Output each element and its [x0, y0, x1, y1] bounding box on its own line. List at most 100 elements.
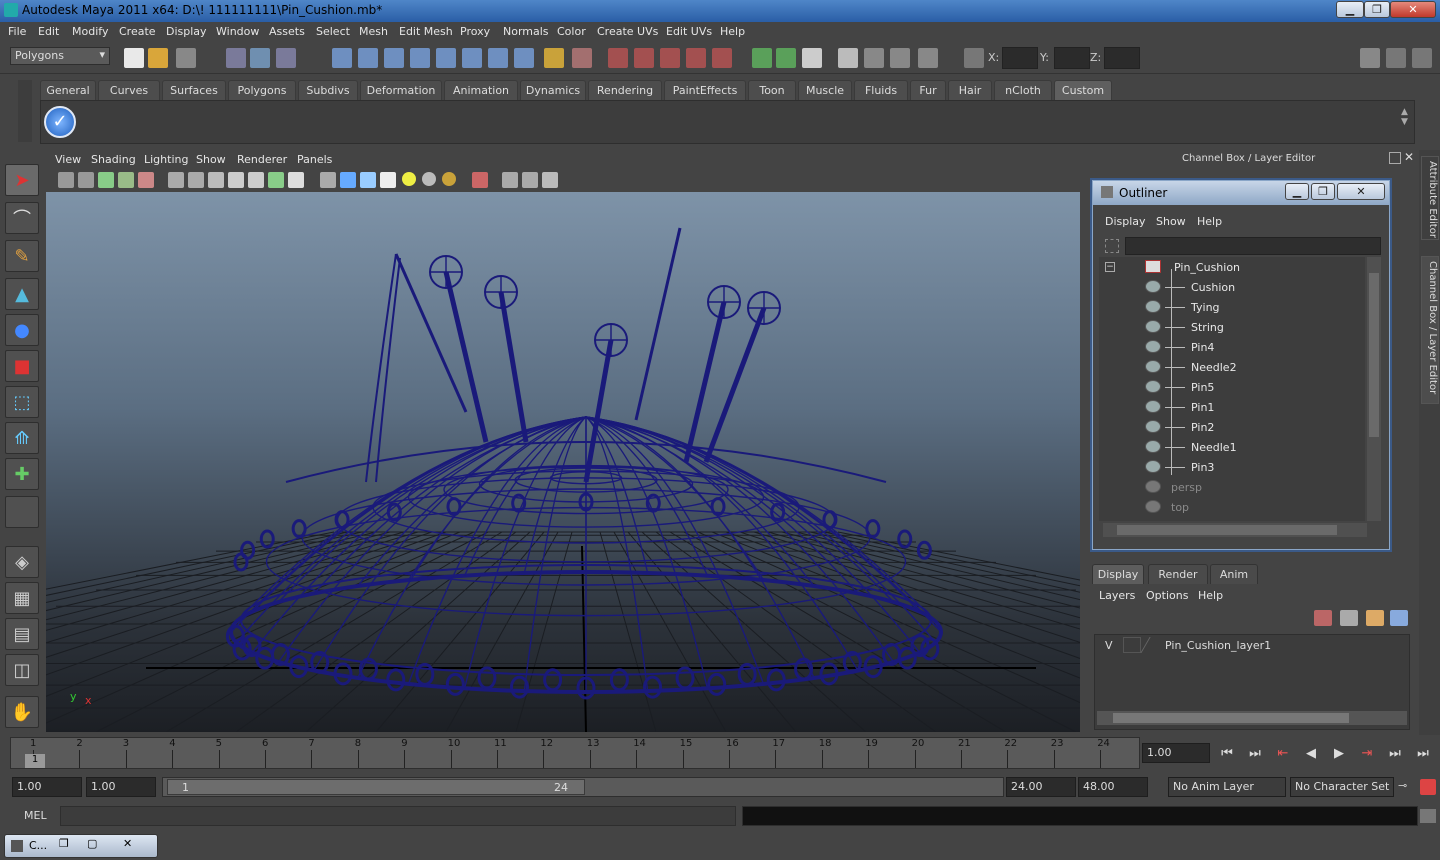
outliner-minimize-button[interactable]: ▁ [1285, 183, 1309, 200]
snap-edge-icon[interactable] [488, 48, 508, 68]
play-backward-icon[interactable]: ◀ [1300, 744, 1322, 764]
outliner-close-button[interactable]: ✕ [1337, 183, 1385, 200]
tab-dynamics[interactable]: Dynamics [520, 80, 586, 100]
tab-anim[interactable]: Anim [1210, 564, 1258, 584]
outliner-item-child[interactable]: Needle1 [1099, 437, 1365, 457]
channel-box-toggle-icon[interactable] [1412, 48, 1432, 68]
tab-muscle[interactable]: Muscle [798, 80, 852, 100]
z-field[interactable] [1104, 47, 1140, 69]
all-lights-icon[interactable] [422, 172, 436, 186]
layer-template-toggle[interactable] [1123, 637, 1141, 653]
attribute-editor-toggle-icon[interactable] [1360, 48, 1380, 68]
tab-general[interactable]: General [40, 80, 96, 100]
collapse-icon[interactable]: − [1105, 262, 1115, 272]
panel-menu-panels[interactable]: Panels [297, 153, 332, 166]
xray-joints-icon[interactable] [522, 172, 538, 188]
image-plane-icon[interactable] [118, 172, 134, 188]
manipulator-tool-icon[interactable]: ⬚ [5, 386, 39, 418]
step-back-frame-icon[interactable]: ⇤ [1272, 744, 1294, 764]
tab-channel-box[interactable]: Channel Box / Layer Editor [1421, 256, 1439, 404]
checkmark-shelf-icon[interactable]: ✓ [44, 106, 76, 138]
tool-settings-toggle-icon[interactable] [1386, 48, 1406, 68]
menu-help[interactable]: Help [720, 25, 745, 38]
outliner-titlebar[interactable]: Outliner ▁ ❐ ✕ [1093, 181, 1389, 205]
deform-icon[interactable] [712, 48, 732, 68]
new-layer-icon[interactable] [1314, 610, 1332, 626]
outliner-item-child[interactable]: Pin5 [1099, 377, 1365, 397]
resolution-gate-icon[interactable] [208, 172, 224, 188]
key-icon[interactable]: ⊸ [1398, 779, 1416, 795]
help-icon[interactable] [514, 48, 534, 68]
menu-window[interactable]: Window [216, 25, 259, 38]
current-time-marker[interactable]: 1 [25, 754, 45, 768]
outliner-item-child[interactable]: Pin2 [1099, 417, 1365, 437]
menu-mesh[interactable]: Mesh [359, 25, 388, 38]
maximize-icon[interactable]: ▢ [87, 837, 97, 850]
menu-select[interactable]: Select [316, 25, 350, 38]
tab-painteffects[interactable]: PaintEffects [664, 80, 746, 100]
render-region-icon[interactable] [752, 48, 772, 68]
layout-custom-icon[interactable]: ✋ [5, 696, 39, 728]
minimize-button[interactable]: ▁ [1336, 1, 1364, 18]
layer-menu-help[interactable]: Help [1198, 589, 1223, 602]
paint-select-tool-icon[interactable]: ✎ [5, 240, 39, 272]
menu-assets[interactable]: Assets [269, 25, 305, 38]
snap-curve-icon[interactable] [358, 48, 378, 68]
shelf-menu-handle[interactable] [18, 80, 32, 142]
default-light-icon[interactable] [402, 172, 416, 186]
tab-render[interactable]: Render [1148, 564, 1208, 584]
lock-icon[interactable] [544, 48, 564, 68]
tab-deformation[interactable]: Deformation [360, 80, 442, 100]
layer-hscrollbar[interactable] [1097, 711, 1407, 725]
layer-name[interactable]: Pin_Cushion_layer1 [1165, 639, 1271, 652]
layer-move-down-icon[interactable] [1390, 610, 1408, 626]
isolate-select-icon[interactable] [472, 172, 488, 188]
layer-row[interactable]: V Pin_Cushion_layer1 [1095, 635, 1409, 657]
outliner-search-input[interactable] [1125, 237, 1381, 255]
construction-icon[interactable] [634, 48, 654, 68]
outliner-item-child[interactable]: Needle2 [1099, 357, 1365, 377]
playback-end-field[interactable]: 24.00 [1006, 777, 1076, 797]
outliner-item-camera[interactable]: top [1099, 497, 1365, 517]
select-component-icon[interactable] [276, 48, 296, 68]
ipr-icon[interactable] [838, 48, 858, 68]
new-layer-selected-icon[interactable] [1340, 610, 1358, 626]
tab-curves[interactable]: Curves [98, 80, 160, 100]
menu-create[interactable]: Create [119, 25, 156, 38]
anim-layer-select[interactable]: No Anim Layer [1168, 777, 1286, 797]
animation-end-field[interactable]: 48.00 [1078, 777, 1148, 797]
textured-icon[interactable] [380, 172, 396, 188]
render-view-icon[interactable] [890, 48, 910, 68]
layer-color-swatch[interactable] [1140, 637, 1168, 653]
grid-icon[interactable] [168, 172, 184, 188]
close-button[interactable]: ✕ [1390, 1, 1436, 18]
script-editor-icon[interactable] [1420, 809, 1436, 823]
tab-ncloth[interactable]: nCloth [994, 80, 1052, 100]
safe-title-icon[interactable] [288, 172, 304, 188]
outliner-item-child[interactable]: Pin1 [1099, 397, 1365, 417]
go-to-start-icon[interactable]: ⏮ [1216, 744, 1238, 764]
menu-edit[interactable]: Edit [38, 25, 59, 38]
tab-custom[interactable]: Custom [1054, 80, 1112, 100]
outliner-item-camera[interactable]: persp [1099, 477, 1365, 497]
tab-hair[interactable]: Hair [948, 80, 992, 100]
close-icon[interactable]: ✕ [123, 837, 132, 850]
camera-attributes-icon[interactable] [78, 172, 94, 188]
joint-icon[interactable] [686, 48, 706, 68]
safe-action-icon[interactable] [268, 172, 284, 188]
ik-icon[interactable] [660, 48, 680, 68]
tab-polygons[interactable]: Polygons [228, 80, 296, 100]
tab-fluids[interactable]: Fluids [854, 80, 908, 100]
menu-file[interactable]: File [8, 25, 26, 38]
panel-menu-view[interactable]: View [55, 153, 81, 166]
menu-edit-uvs[interactable]: Edit UVs [666, 25, 712, 38]
select-hierarchy-icon[interactable] [226, 48, 246, 68]
move-tool-icon[interactable]: ▲ [5, 278, 39, 310]
restore-icon[interactable]: ❐ [59, 837, 69, 850]
batch-render-icon[interactable] [918, 48, 938, 68]
show-manipulator-icon[interactable]: ✚ [5, 458, 39, 490]
outliner-hscrollbar[interactable] [1103, 523, 1367, 537]
render-current-icon[interactable] [776, 48, 796, 68]
select-object-icon[interactable] [250, 48, 270, 68]
tab-animation[interactable]: Animation [444, 80, 518, 100]
